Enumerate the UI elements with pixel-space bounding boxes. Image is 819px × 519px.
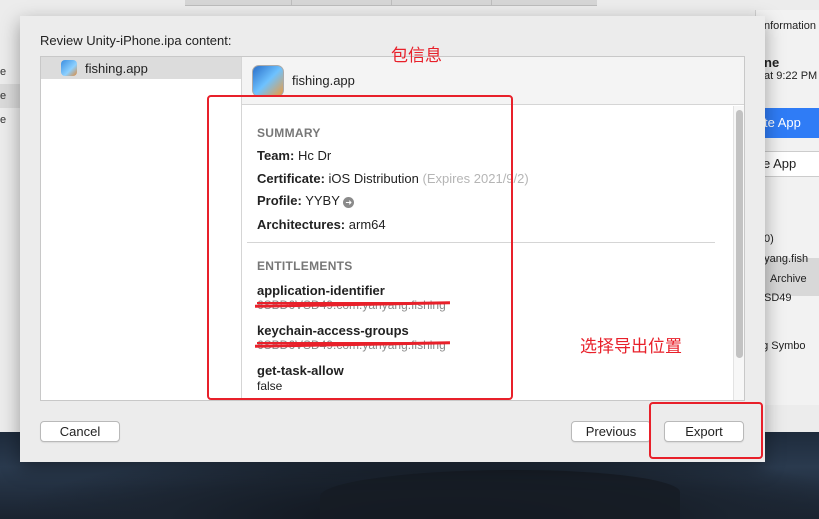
background-bundle-id: nyang.fish [758, 253, 809, 265]
background-information-label: nformation [764, 20, 816, 32]
background-version: 0) [764, 233, 774, 245]
background-sidebar-item[interactable]: e [0, 108, 20, 132]
background-validate-button[interactable]: e App [756, 151, 819, 177]
background-sidebar-item[interactable]: e [0, 60, 20, 84]
background-sidebar: e e e [0, 60, 20, 132]
annotation-box-export [649, 402, 763, 459]
sheet-title: Review Unity-iPhone.ipa content: [40, 33, 232, 48]
background-app-name: ne [764, 55, 780, 70]
annotation-box-package-info [207, 95, 513, 400]
vertical-scrollbar[interactable] [733, 106, 744, 400]
desktop-rock-shape [320, 470, 680, 519]
cancel-button[interactable]: Cancel [40, 421, 120, 442]
scrollbar-thumb[interactable] [736, 110, 743, 358]
background-distribute-button[interactable]: te App [756, 108, 819, 138]
detail-app-name: fishing.app [292, 73, 355, 88]
background-sidebar-item[interactable]: e [0, 84, 20, 108]
background-tab-bar [185, 0, 597, 6]
background-team-id: SD49 [764, 292, 792, 304]
app-icon [252, 64, 284, 97]
app-icon [61, 60, 77, 76]
list-item-fishing-app[interactable]: fishing.app [41, 57, 241, 79]
list-item-label: fishing.app [85, 60, 148, 76]
background-date: at 9:22 PM [764, 70, 818, 82]
annotation-package-info: 包信息 [391, 46, 442, 66]
annotation-choose-export: 选择导出位置 [580, 337, 682, 357]
background-archive-type: Archive [770, 273, 807, 285]
previous-button[interactable]: Previous [571, 421, 651, 442]
